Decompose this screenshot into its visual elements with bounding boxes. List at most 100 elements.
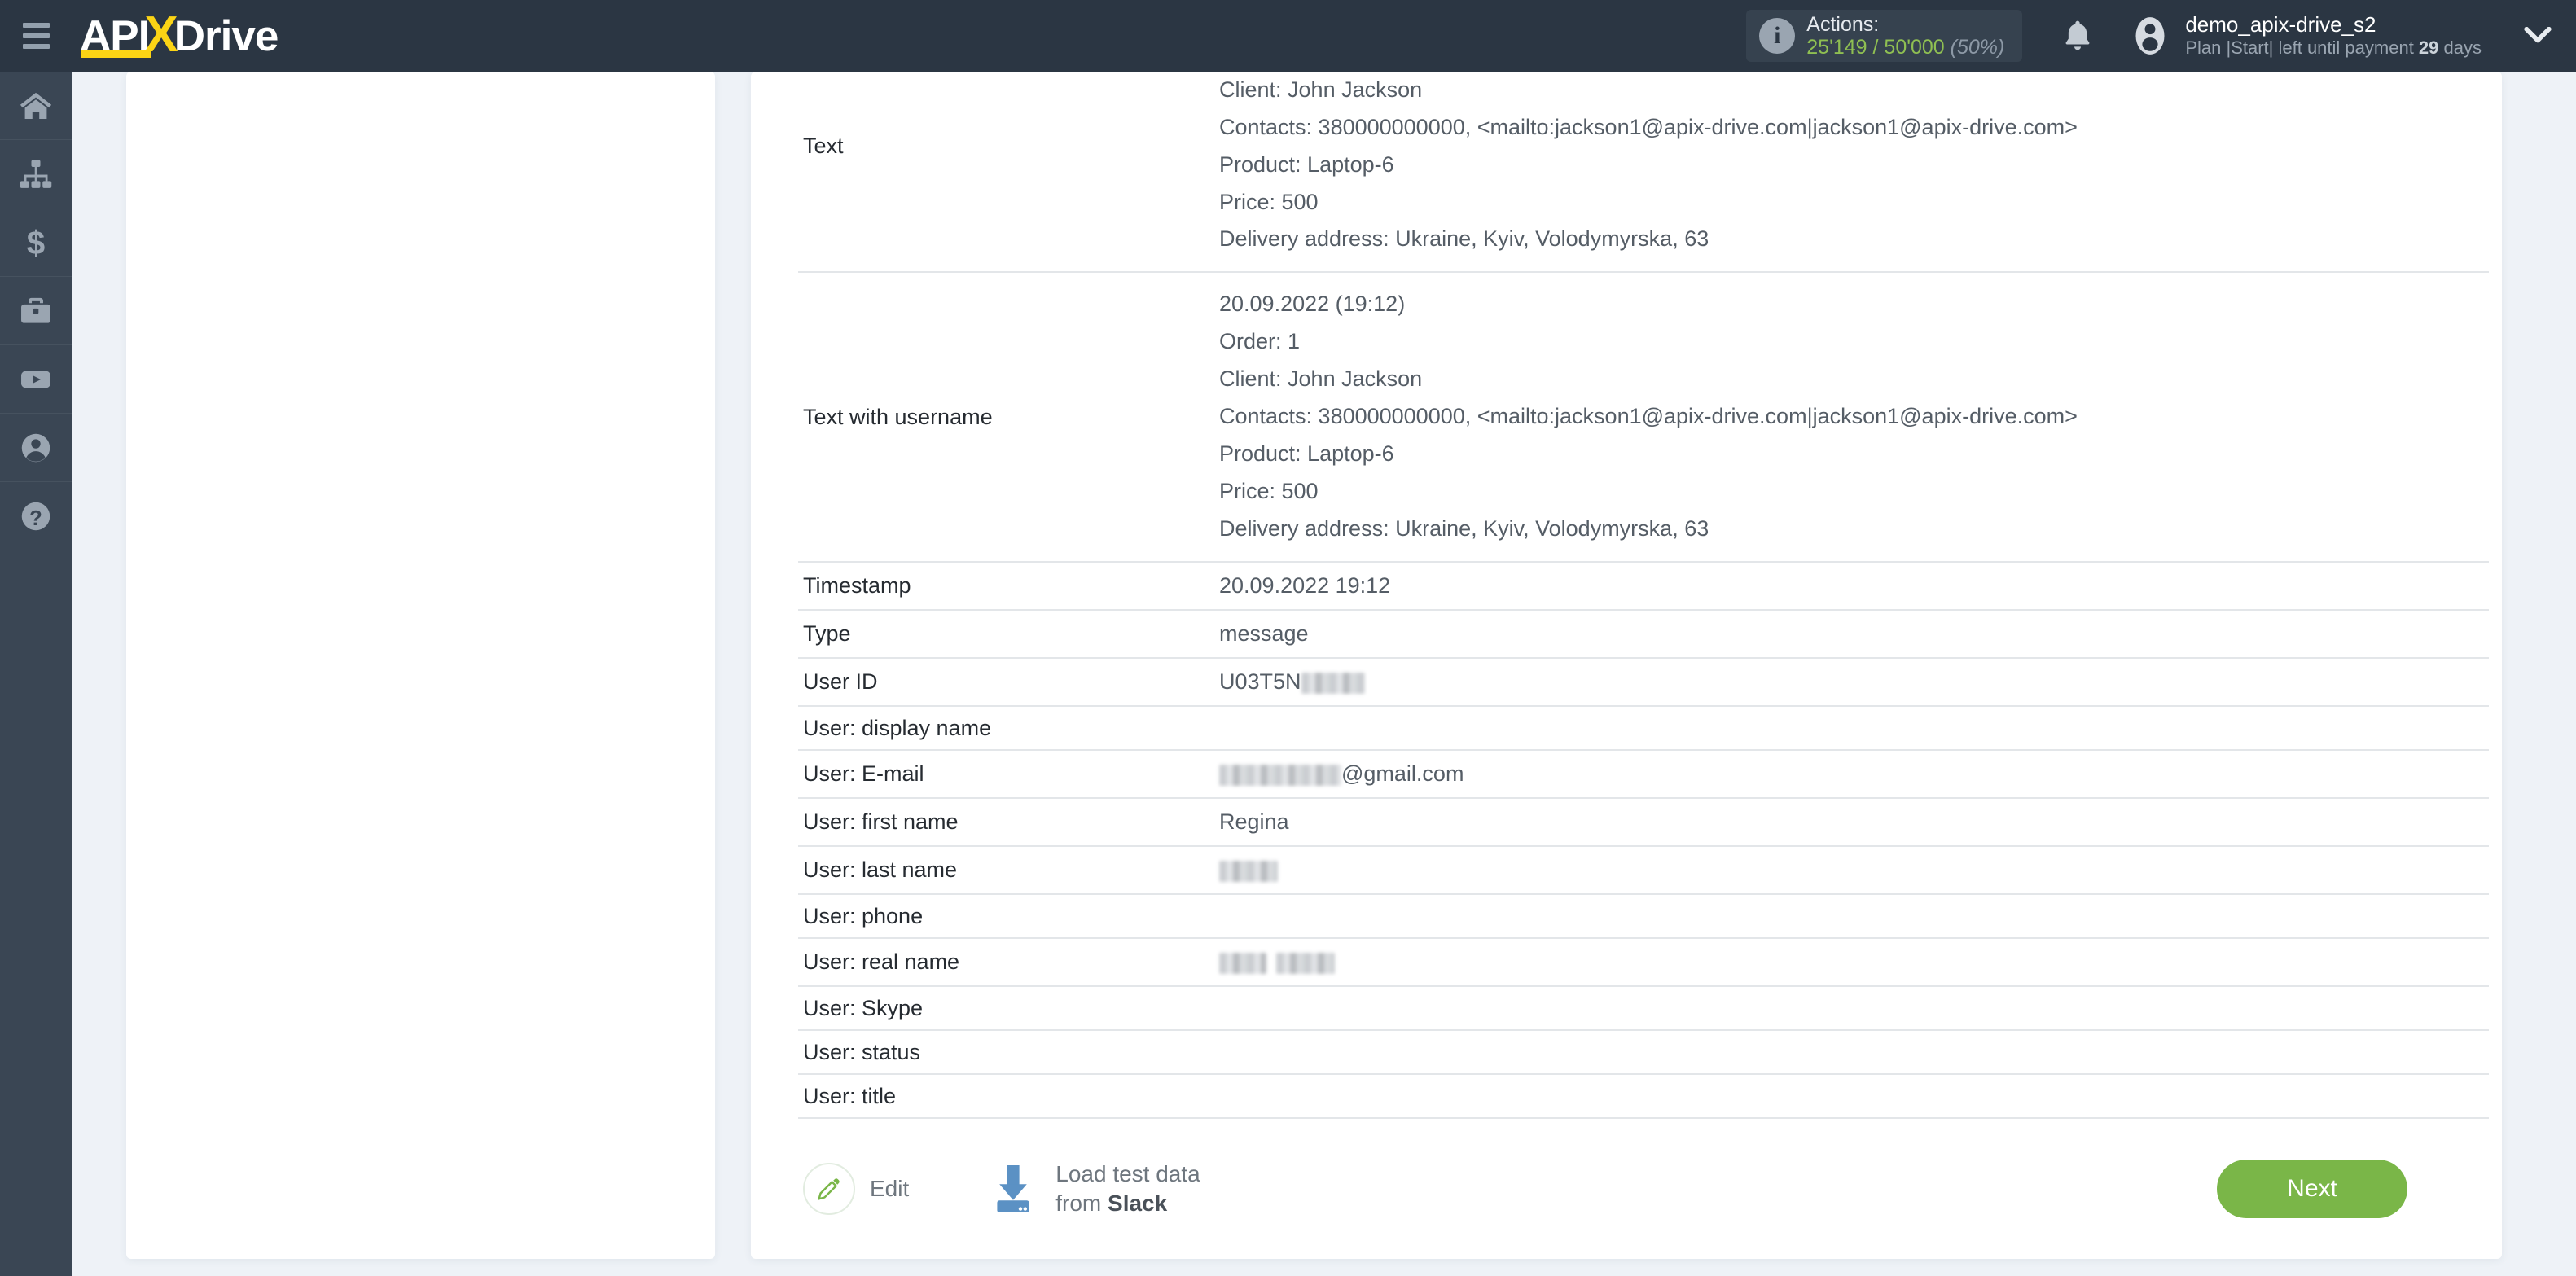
user-account-block[interactable]: demo_apix-drive_s2 Plan |Start| left unt…: [2130, 12, 2482, 59]
account-dropdown-chevron-down-icon[interactable]: [2524, 27, 2552, 45]
table-row-value: [1219, 907, 2489, 925]
table-row-label: User: Skype: [803, 996, 924, 1021]
top-header: API X Drive i Actions: 25'149 / 50'000 (50…: [0, 0, 2576, 72]
table-row-label: User: phone: [803, 903, 924, 928]
download-tray-glyph: [997, 1165, 1029, 1212]
plan-prefix: Plan |Start| left until payment: [2185, 37, 2419, 59]
actions-quota-text: Actions: 25'149 / 50'000 (50%): [1806, 13, 2004, 59]
apixdrive-logo[interactable]: API X Drive: [80, 0, 279, 72]
table-row-value: 20.09.2022 19:12: [1219, 572, 1391, 598]
sidebar-item-help[interactable]: ?: [0, 482, 72, 550]
notifications-bell-icon[interactable]: [2056, 15, 2099, 57]
hamburger-bar: [22, 33, 50, 38]
hamburger-bar: [22, 23, 50, 28]
logo-text-drive: Drive: [173, 11, 279, 60]
table-row-value: [1219, 939, 2489, 985]
email-domain-part: @gmail.com: [1341, 761, 1464, 786]
sidebar-item-video[interactable]: [0, 345, 72, 414]
table-row-label: User ID: [803, 669, 878, 695]
table-row-value: [1219, 1043, 2489, 1061]
table-row: User ID U03T5N: [798, 659, 2489, 707]
bell-glyph: [2065, 20, 2090, 50]
table-row: Text Order: 1 Client: John Jackson Conta…: [798, 72, 2489, 274]
logo-text-api: API: [80, 11, 152, 60]
plan-days: 29: [2418, 37, 2439, 59]
plan-suffix: days: [2438, 37, 2482, 59]
panel-footer-actions: Edit Load test data from Slack Next: [798, 1124, 2502, 1254]
hamburger-bar: [22, 44, 50, 49]
table-row-label: User: first name: [803, 809, 959, 835]
actions-label: Actions:: [1806, 13, 1880, 36]
sidebar-item-billing[interactable]: $: [0, 208, 72, 277]
redacted-text: [1276, 953, 1335, 975]
table-row: User: display name: [798, 707, 2489, 751]
table-row-label: User: title: [803, 1084, 897, 1109]
header-right-group: i Actions: 25'149 / 50'000 (50%) demo_ap…: [1746, 0, 2576, 72]
download-icon: [990, 1164, 1036, 1214]
load-from-prefix: from: [1055, 1190, 1108, 1216]
left-sidebar: $ ?: [0, 72, 72, 1276]
table-row: User: last name: [798, 847, 2489, 896]
dollar-icon: $: [27, 225, 45, 261]
redacted-text: [1219, 953, 1266, 975]
table-row: User: status: [798, 1031, 2489, 1076]
svg-text:?: ?: [29, 507, 42, 530]
load-line-2: from Slack: [1055, 1189, 1200, 1218]
table-row-value: U03T5N: [1219, 659, 2489, 705]
logo-text-x: X: [144, 6, 178, 63]
table-row-label: Timestamp: [803, 572, 911, 598]
table-row: Timestamp 20.09.2022 19:12: [798, 563, 2489, 611]
home-icon: [20, 92, 52, 119]
actions-count-value: 25'149 / 50'000: [1806, 36, 1945, 59]
table-row: User: Skype: [798, 987, 2489, 1032]
sidebar-item-home[interactable]: [0, 72, 72, 140]
table-row-value: message: [1219, 620, 1309, 646]
table-row: User: E-mail @gmail.com: [798, 751, 2489, 799]
account-user-icon: [21, 433, 50, 462]
table-row: Type message: [798, 611, 2489, 659]
actions-quota-badge[interactable]: i Actions: 25'149 / 50'000 (50%): [1746, 10, 2023, 62]
user-info-text: demo_apix-drive_s2 Plan |Start| left unt…: [2185, 12, 2482, 59]
table-row-value: [1219, 847, 2489, 893]
next-button[interactable]: Next: [2217, 1160, 2407, 1218]
table-row-label: User: E-mail: [803, 761, 924, 787]
table-row-label: User: last name: [803, 857, 958, 883]
table-row: User: first name Regina: [798, 799, 2489, 848]
load-service-name: Slack: [1108, 1190, 1168, 1216]
table-row-value: [1219, 1087, 2489, 1105]
edit-button-label: Edit: [870, 1176, 910, 1201]
table-row: User: phone: [798, 895, 2489, 940]
left-side-panel: [126, 72, 715, 1259]
sitemap-icon: [20, 160, 52, 188]
table-row-label: Text: [803, 134, 844, 159]
edit-icon-circle: [803, 1163, 855, 1215]
redacted-text: [1219, 860, 1278, 882]
edit-button[interactable]: Edit: [803, 1163, 909, 1215]
sidebar-item-business[interactable]: [0, 277, 72, 345]
table-row: User: title: [798, 1075, 2489, 1120]
info-icon: i: [1759, 18, 1796, 54]
table-row: Text with username 20.09.2022 (19:12) Or…: [798, 273, 2489, 563]
table-row-label: Text with username: [803, 404, 993, 429]
load-line-1: Load test data: [1055, 1161, 1200, 1187]
load-test-data-text: Load test data from Slack: [1055, 1160, 1200, 1218]
chevron-down-glyph: [2524, 27, 2552, 43]
sidebar-item-connections[interactable]: [0, 140, 72, 208]
avatar: [2130, 15, 2170, 56]
redacted-text: [1301, 672, 1365, 694]
actions-counter: 25'149 / 50'000 (50%): [1806, 36, 2004, 59]
table-row-value: 20.09.2022 (19:12) Order: 1 Client: John…: [1219, 292, 2078, 541]
user-avatar-icon: [2135, 17, 2165, 55]
question-mark-help-icon: ?: [21, 502, 50, 530]
briefcase-icon: [21, 297, 50, 323]
table-row-value: [1219, 999, 2489, 1017]
sidebar-item-account[interactable]: [0, 414, 72, 482]
user-plan-info: Plan |Start| left until payment 29 days: [2185, 37, 2482, 59]
load-test-data-button[interactable]: Load test data from Slack: [990, 1160, 1200, 1218]
main-content-panel: Text Order: 1 Client: John Jackson Conta…: [751, 72, 2502, 1259]
pencil-edit-icon: [817, 1178, 840, 1201]
table-row-label: Type: [803, 621, 851, 646]
hamburger-menu-icon[interactable]: [0, 0, 72, 72]
table-row-label: User: status: [803, 1040, 921, 1065]
table-row-value: @gmail.com: [1219, 751, 2489, 797]
